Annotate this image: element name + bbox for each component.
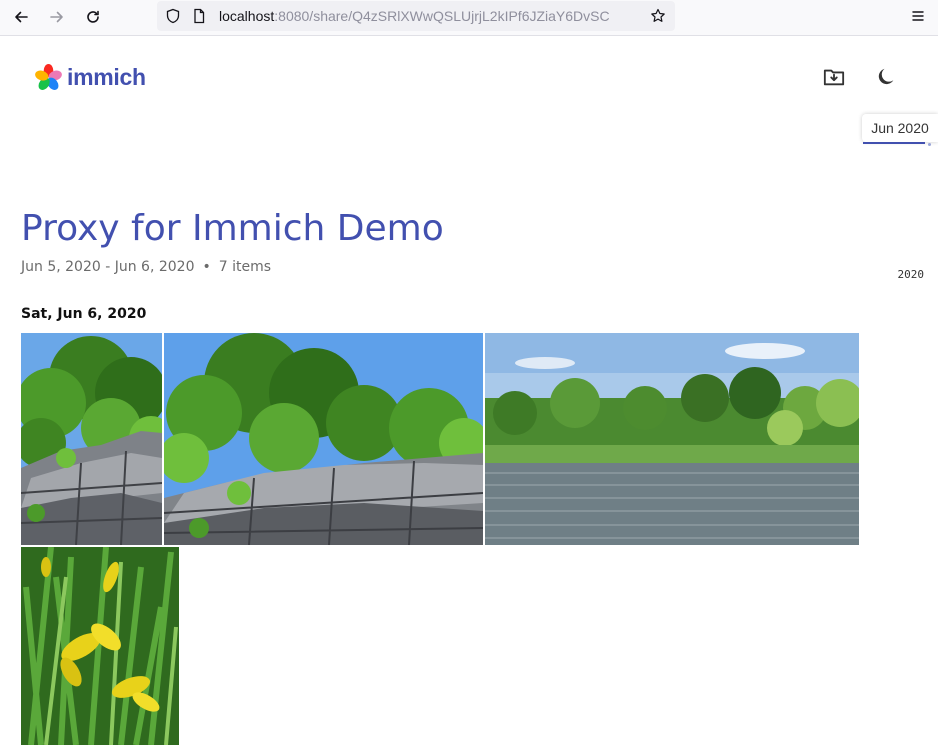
arrow-left-icon xyxy=(15,11,28,23)
yellow-iris-photo xyxy=(21,547,179,745)
hamburger-menu-icon[interactable] xyxy=(908,7,928,25)
logo-text: immich xyxy=(67,63,146,90)
theme-toggle-button[interactable] xyxy=(873,64,899,90)
photo-thumbnail[interactable] xyxy=(164,333,483,545)
scrubber-year-label[interactable]: 2020 xyxy=(884,268,925,281)
page-icon[interactable] xyxy=(191,8,207,24)
immich-pinwheel-icon xyxy=(35,63,62,90)
rock-cliff-photo xyxy=(21,333,162,545)
album-title: Proxy for Immich Demo xyxy=(21,208,444,249)
photo-thumbnail[interactable] xyxy=(21,333,162,545)
album-date-range: Jun 5, 2020 - Jun 6, 2020 xyxy=(21,259,195,275)
moon-icon xyxy=(878,68,894,85)
immich-logo[interactable]: immich xyxy=(34,62,146,92)
forward-button[interactable] xyxy=(44,5,70,29)
url-host: localhost xyxy=(219,8,275,24)
date-group-label: Sat, Jun 6, 2020 xyxy=(21,306,147,322)
bookmark-star-icon[interactable] xyxy=(650,8,666,24)
url-fade xyxy=(617,5,647,27)
address-bar[interactable]: localhost:8080/share/Q4zSRlXWwQSLUjrjL2k… xyxy=(157,1,675,31)
reload-icon xyxy=(87,10,99,23)
url-text[interactable]: localhost:8080/share/Q4zSRlXWwQSLUjrjL2k… xyxy=(219,7,643,25)
album-meta: Jun 5, 2020 - Jun 6, 2020 • 7 items xyxy=(21,257,271,277)
scrubber-hover-label[interactable]: Jun 2020 xyxy=(862,114,938,142)
arrow-right-icon xyxy=(50,11,63,23)
album-item-count: 7 items xyxy=(218,259,272,275)
reload-button[interactable] xyxy=(80,5,106,29)
rock-cliff-wide-photo xyxy=(164,333,483,545)
meta-separator: • xyxy=(202,259,211,275)
lake-photo xyxy=(485,333,859,545)
browser-toolbar: localhost:8080/share/Q4zSRlXWwQSLUjrjL2k… xyxy=(0,0,938,36)
url-path: :8080/share/Q4zSRlXWwQSLUjrjL2kIPf6JZiaY… xyxy=(274,8,610,24)
folder-download-icon xyxy=(823,69,845,86)
download-button[interactable] xyxy=(821,64,847,90)
back-button[interactable] xyxy=(8,5,34,29)
photo-thumbnail[interactable] xyxy=(21,547,179,745)
scrubber-indicator[interactable] xyxy=(863,142,925,144)
shield-icon[interactable] xyxy=(165,8,181,24)
photo-thumbnail[interactable] xyxy=(485,333,859,545)
scrubber-dot xyxy=(928,143,931,146)
